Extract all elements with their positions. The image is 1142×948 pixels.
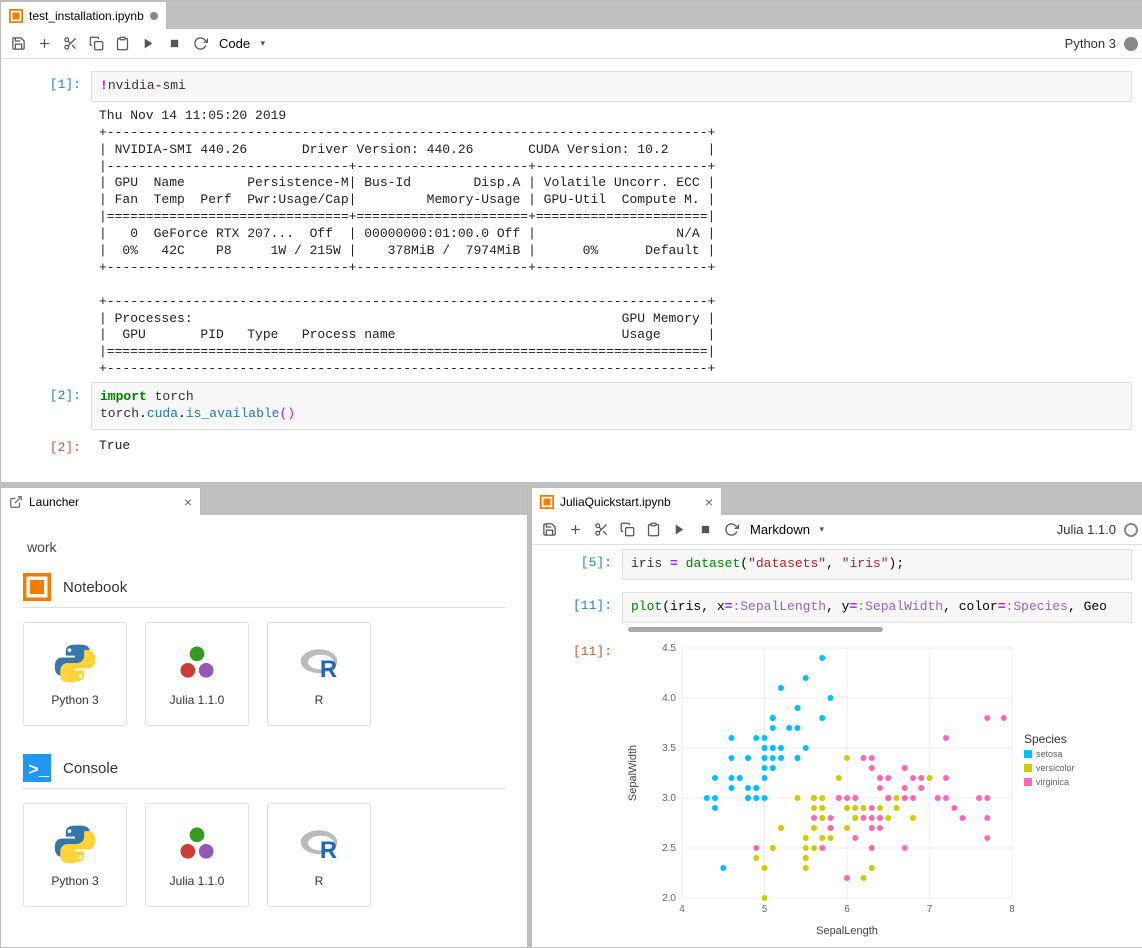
notebook-toolbar: Code Python 3: [1, 29, 1142, 59]
scatter-plot: 4 5 6 7 8 2.0 2.5 3.0 3.5 4.0 4.5 SepalLength SepalW…: [622, 638, 1132, 938]
cut-button[interactable]: [59, 33, 81, 55]
notebook-icon: [9, 9, 23, 23]
code-cell[interactable]: plot(iris, x=:SepalLength, y=:SepalWidth…: [622, 592, 1132, 623]
svg-text:R: R: [320, 656, 337, 683]
python-notebook-panel: test_installation.ipynb Code Python 3 [1…: [0, 0, 1142, 483]
card-label: R: [315, 874, 324, 888]
svg-text:4.0: 4.0: [662, 693, 676, 704]
launcher-card-r[interactable]: RR: [267, 622, 371, 726]
insert-cell-button[interactable]: [33, 33, 55, 55]
notebook-toolbar: Markdown Julia 1.1.0: [532, 515, 1142, 545]
tab-title: test_installation.ipynb: [29, 9, 144, 23]
unsaved-indicator-icon: [150, 12, 158, 20]
paste-button[interactable]: [642, 519, 664, 541]
card-label: Python 3: [51, 874, 98, 888]
card-label: R: [315, 693, 324, 707]
console-section-icon: >_: [23, 754, 51, 782]
tab-title: Launcher: [29, 495, 79, 509]
svg-text:7: 7: [927, 904, 933, 915]
python-icon: [53, 822, 97, 866]
run-button[interactable]: [137, 33, 159, 55]
card-label: Julia 1.1.0: [170, 874, 225, 888]
output-prompt: [2]:: [1, 434, 91, 455]
svg-text:Species: Species: [1024, 732, 1067, 746]
close-icon[interactable]: ×: [705, 494, 713, 510]
launcher-cwd: work: [27, 539, 505, 555]
paste-button[interactable]: [111, 33, 133, 55]
kernel-status-icon: [1124, 37, 1138, 51]
card-label: Python 3: [51, 693, 98, 707]
code-cell[interactable]: !nvidia-smi: [91, 71, 1132, 102]
svg-text:5: 5: [762, 904, 768, 915]
input-prompt: [5]:: [532, 549, 622, 580]
cell-output: Thu Nov 14 11:05:20 2019 +--------------…: [91, 102, 1132, 378]
interrupt-button[interactable]: [694, 519, 716, 541]
svg-text:>_: >_: [28, 761, 50, 781]
code-cell[interactable]: iris = dataset("datasets", "iris");: [622, 549, 1132, 580]
horizontal-scrollbar[interactable]: [628, 627, 883, 632]
close-icon[interactable]: ×: [184, 494, 192, 510]
save-button[interactable]: [7, 33, 29, 55]
input-prompt: [11]:: [532, 592, 622, 634]
julia-icon: [175, 822, 219, 866]
svg-text:SepalLength: SepalLength: [816, 925, 878, 937]
cut-button[interactable]: [590, 519, 612, 541]
julia-icon: [175, 641, 219, 685]
svg-text:3.5: 3.5: [662, 743, 676, 754]
interrupt-button[interactable]: [163, 33, 185, 55]
copy-button[interactable]: [616, 519, 638, 541]
launcher-card-r[interactable]: RR: [267, 803, 371, 907]
cell-output: True: [91, 434, 1132, 455]
svg-text:versicolor: versicolor: [1036, 763, 1075, 773]
svg-text:R: R: [320, 837, 337, 864]
r-icon: R: [297, 822, 341, 866]
r-icon: R: [297, 641, 341, 685]
restart-button[interactable]: [720, 519, 742, 541]
restart-button[interactable]: [189, 33, 211, 55]
insert-cell-button[interactable]: [564, 519, 586, 541]
code-cell[interactable]: import torch torch.cuda.is_available(): [91, 382, 1132, 430]
tab-title: JuliaQuickstart.ipynb: [560, 495, 671, 509]
svg-text:SepalWidth: SepalWidth: [627, 745, 639, 801]
notebook-icon: [540, 495, 554, 509]
svg-text:8: 8: [1009, 904, 1015, 915]
svg-text:4.5: 4.5: [662, 643, 676, 654]
svg-text:6: 6: [844, 904, 850, 915]
svg-text:4: 4: [679, 904, 685, 915]
cell-type-select[interactable]: Markdown: [746, 520, 828, 539]
cell-type-select[interactable]: Code: [215, 34, 269, 53]
tab-bar: test_installation.ipynb: [1, 1, 1142, 29]
run-button[interactable]: [668, 519, 690, 541]
launcher-panel: Launcher × work Notebook Python 3 Julia 1.…: [0, 486, 528, 948]
output-prompt: [11]:: [532, 638, 622, 938]
kernel-name[interactable]: Julia 1.1.0: [1057, 522, 1116, 537]
julia-notebook-panel: JuliaQuickstart.ipynb × Markdown Julia 1…: [531, 486, 1142, 948]
launcher-card-python[interactable]: Python 3: [23, 622, 127, 726]
tab-test-installation[interactable]: test_installation.ipynb: [1, 1, 167, 29]
section-title: Notebook: [63, 579, 127, 596]
svg-text:virginica: virginica: [1036, 777, 1069, 787]
input-prompt: [2]:: [1, 382, 91, 430]
tab-launcher[interactable]: Launcher ×: [1, 487, 201, 515]
kernel-name[interactable]: Python 3: [1065, 36, 1116, 51]
svg-text:2.5: 2.5: [662, 843, 676, 854]
launcher-icon: [9, 495, 23, 509]
copy-button[interactable]: [85, 33, 107, 55]
section-title: Console: [63, 760, 118, 777]
input-prompt: [1]:: [1, 71, 91, 378]
notebook-section-icon: [23, 573, 51, 601]
svg-text:2.0: 2.0: [662, 893, 676, 904]
launcher-card-python[interactable]: Python 3: [23, 803, 127, 907]
tab-julia-quickstart[interactable]: JuliaQuickstart.ipynb ×: [532, 487, 722, 515]
save-button[interactable]: [538, 519, 560, 541]
launcher-card-julia[interactable]: Julia 1.1.0: [145, 622, 249, 726]
svg-text:setosa: setosa: [1036, 749, 1063, 759]
kernel-status-icon: [1124, 523, 1138, 537]
svg-text:3.0: 3.0: [662, 793, 676, 804]
card-label: Julia 1.1.0: [170, 693, 225, 707]
launcher-card-julia[interactable]: Julia 1.1.0: [145, 803, 249, 907]
python-icon: [53, 641, 97, 685]
